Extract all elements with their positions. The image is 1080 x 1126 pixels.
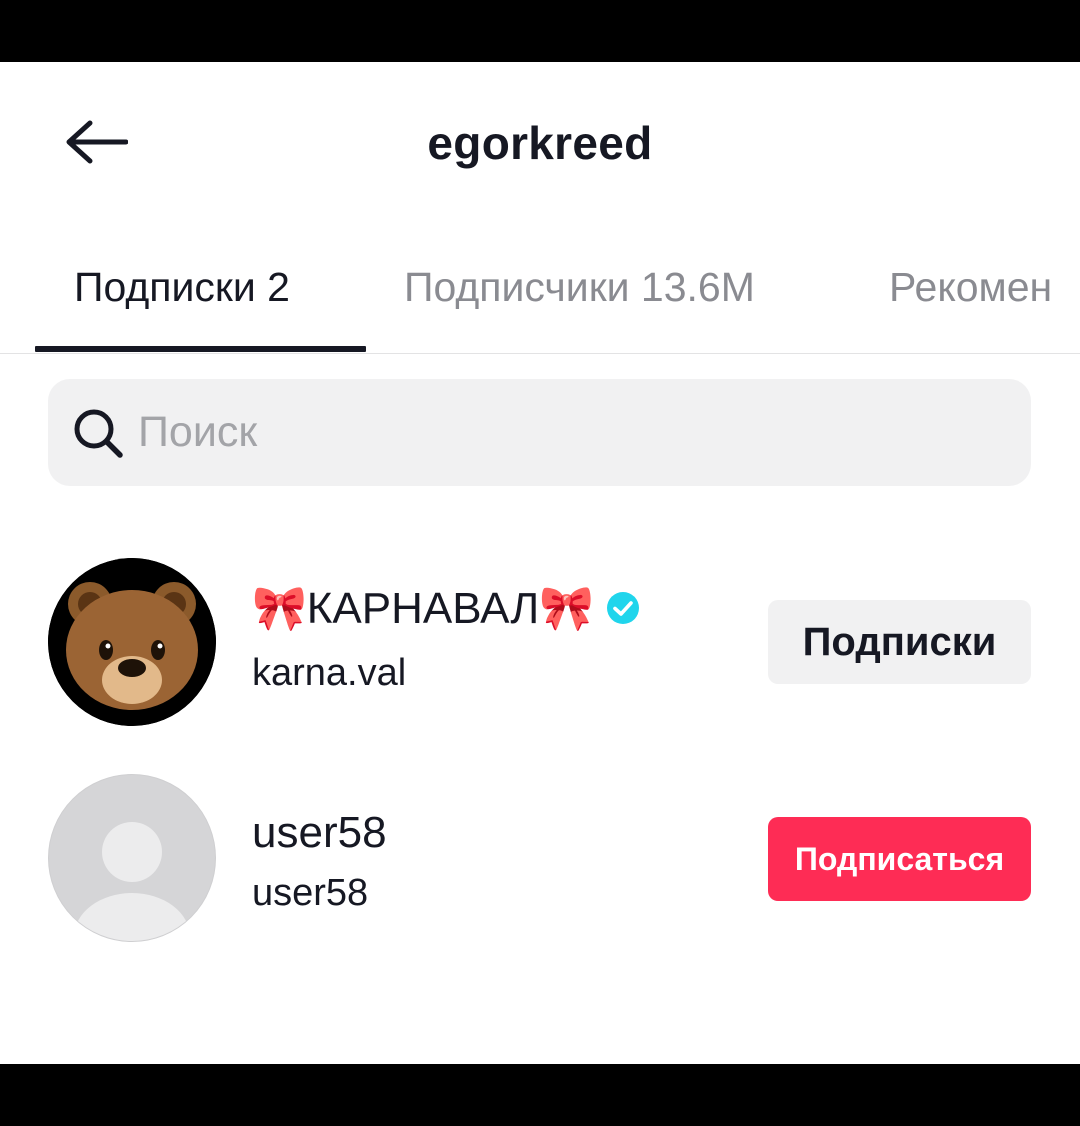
bear-avatar-icon[interactable] (48, 558, 216, 726)
tab-recommended[interactable]: Рекомен (889, 264, 1052, 311)
tab-bar: Подписки 2 Подписчики 13.6M Рекомен (0, 252, 1080, 354)
list-item[interactable]: 🎀КАРНАВАЛ🎀 karna.val Подписки (0, 558, 1080, 728)
tabs-divider (0, 353, 1080, 354)
search-input[interactable] (136, 407, 940, 458)
display-name-text: 🎀КАРНАВАЛ🎀 (252, 584, 595, 633)
screen: egorkreed Подписки 2 Подписчики 13.6M Ре… (0, 62, 1080, 1064)
active-tab-indicator (35, 346, 366, 352)
following-button[interactable]: Подписки (768, 600, 1031, 684)
list-item[interactable]: user58 user58 Подписаться (0, 774, 1080, 944)
search-bar[interactable] (48, 379, 1031, 486)
user-display-name[interactable]: 🎀КАРНАВАЛ🎀 (252, 582, 640, 634)
user-handle: karna.val (252, 652, 407, 694)
user-display-name[interactable]: user58 (252, 808, 387, 858)
tab-following[interactable]: Подписки 2 (74, 264, 290, 311)
default-avatar-icon[interactable] (48, 774, 216, 942)
search-icon (70, 405, 126, 461)
tab-followers[interactable]: Подписчики 13.6M (404, 264, 755, 311)
page-title: egorkreed (427, 117, 653, 169)
verified-badge-icon (606, 591, 640, 625)
user-handle: user58 (252, 872, 369, 914)
follow-button[interactable]: Подписаться (768, 817, 1031, 901)
